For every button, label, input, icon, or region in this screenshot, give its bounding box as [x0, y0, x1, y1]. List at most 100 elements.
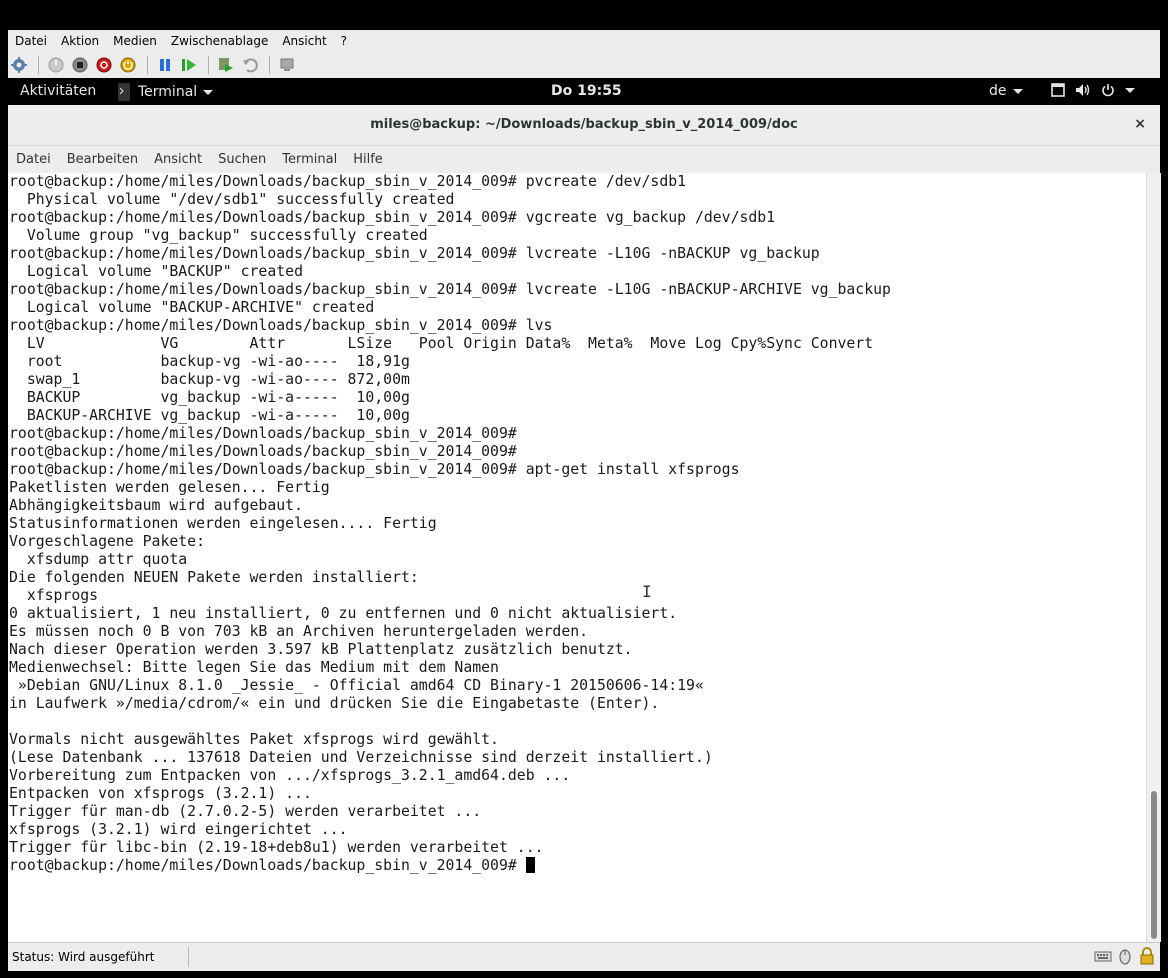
activities-button[interactable]: Aktivitäten	[20, 83, 96, 99]
terminal-line: Logical volume "BACKUP-ARCHIVE" created	[9, 299, 375, 316]
terminal-line: Paketlisten werden gelesen... Fertig	[9, 479, 330, 496]
chevron-down-icon	[1125, 87, 1135, 93]
terminal-line: Trigger für libc-bin (2.19-18+deb8u1) we…	[9, 839, 544, 856]
terminal-line: root@backup:/home/miles/Downloads/backup…	[9, 281, 891, 298]
terminal-line: LV VG Attr LSize Pool Origin Data% Meta%…	[9, 335, 874, 352]
terminal-menu-terminal[interactable]: Terminal	[274, 152, 345, 167]
vm-menu-aktion[interactable]: Aktion	[54, 34, 106, 48]
app-menu[interactable]: Terminal	[118, 83, 214, 101]
keyboard-layout-label: de	[989, 83, 1007, 99]
terminal-line: Statusinformationen werden eingelesen...…	[9, 515, 437, 532]
terminal-menu-bearbeiten[interactable]: Bearbeiten	[59, 152, 146, 167]
app-menu-label: Terminal	[138, 84, 198, 100]
terminal-line: swap_1 backup-vg -wi-ao---- 872,00m	[9, 371, 410, 388]
close-icon[interactable]: ×	[1134, 116, 1146, 132]
stop-icon[interactable]	[69, 54, 91, 76]
terminal-line: root@backup:/home/miles/Downloads/backup…	[9, 443, 517, 460]
shutdown-icon[interactable]	[93, 54, 115, 76]
terminal-line: root@backup:/home/miles/Downloads/backup…	[9, 425, 517, 442]
toolbar-separator	[147, 55, 148, 74]
power-icon	[1102, 84, 1114, 97]
terminal-line: Physical volume "/dev/sdb1" successfully…	[9, 191, 455, 208]
chevron-down-icon	[1012, 88, 1023, 94]
terminal-menu-datei[interactable]: Datei	[8, 152, 59, 167]
status-separator	[188, 947, 189, 967]
chevron-down-icon	[203, 89, 214, 95]
keyboard-layout-indicator[interactable]: de	[989, 83, 1023, 99]
vm-menu-medien[interactable]: Medien	[106, 34, 164, 48]
outer-frame-top	[0, 0, 1168, 30]
toolbar-separator	[208, 55, 209, 74]
terminal-line: Volume group "vg_backup" successfully cr…	[9, 227, 428, 244]
terminal-line: Entpacken von xfsprogs (3.2.1) ...	[9, 785, 312, 802]
terminal-line: root@backup:/home/miles/Downloads/backup…	[9, 317, 553, 334]
terminal-line: Vorbereitung zum Entpacken von .../xfspr…	[9, 767, 571, 784]
terminal-line: BACKUP-ARCHIVE vg_backup -wi-a----- 10,0…	[9, 407, 410, 424]
terminal-menu-suchen[interactable]: Suchen	[210, 152, 274, 167]
lock-icon	[1140, 947, 1154, 965]
terminal-output[interactable]: root@backup:/home/miles/Downloads/backup…	[8, 173, 1146, 942]
terminal-text: root@backup:/home/miles/Downloads/backup…	[8, 173, 1146, 875]
terminal-line: (Lese Datenbank ... 137618 Dateien und V…	[9, 749, 713, 766]
vm-menu-zwischenablage[interactable]: Zwischenablage	[164, 34, 275, 48]
terminal-menu-hilfe[interactable]: Hilfe	[345, 152, 391, 167]
terminal-line: Es müssen noch 0 B von 703 kB an Archive…	[9, 623, 589, 640]
toolbar-separator	[269, 55, 270, 74]
terminal-scrollbar[interactable]	[1146, 173, 1161, 942]
terminal-cursor	[525, 857, 535, 873]
power-icon[interactable]	[117, 54, 139, 76]
share-icon[interactable]	[276, 54, 298, 76]
text-cursor-icon: I	[642, 582, 652, 601]
keyboard-icon	[1094, 951, 1112, 962]
pause-icon[interactable]	[154, 54, 176, 76]
gnome-top-bar: Aktivitäten Terminal Do 19:55 de	[8, 78, 1160, 105]
terminal-line: Trigger für man-db (2.7.0.2-5) werden ve…	[9, 803, 482, 820]
revert-icon[interactable]	[239, 54, 261, 76]
terminal-line: root@backup:/home/miles/Downloads/backup…	[9, 245, 820, 262]
terminal-line: Vormals nicht ausgewähltes Paket xfsprog…	[9, 731, 499, 748]
terminal-line: xfsprogs	[9, 587, 99, 604]
terminal-lines: root@backup:/home/miles/Downloads/backup…	[9, 173, 891, 856]
window-title: miles@backup: ~/Downloads/backup_sbin_v_…	[370, 117, 798, 132]
terminal-line: Medienwechsel: Bitte legen Sie das Mediu…	[9, 659, 499, 676]
vm-menubar: Datei Aktion Medien Zwischenablage Ansic…	[8, 30, 1160, 51]
terminal-line: BACKUP vg_backup -wi-a----- 10,00g	[9, 389, 410, 406]
terminal-line: root@backup:/home/miles/Downloads/backup…	[9, 209, 776, 226]
terminal-prompt: root@backup:/home/miles/Downloads/backup…	[9, 857, 526, 874]
toolbar-separator	[38, 55, 39, 74]
terminal-line: Logical volume "BACKUP" created	[9, 263, 303, 280]
terminal-line: Vorgeschlagene Pakete:	[9, 533, 205, 550]
terminal-line: xfsdump attr quota	[9, 551, 188, 568]
resume-icon[interactable]	[178, 54, 200, 76]
terminal-app-icon	[118, 83, 130, 101]
checkpoint-icon[interactable]	[215, 54, 237, 76]
terminal-line: xfsprogs (3.2.1) wird eingerichtet ...	[9, 821, 348, 838]
settings-icon[interactable]	[8, 54, 30, 76]
clock[interactable]: Do 19:55	[551, 83, 622, 99]
vm-menu-help[interactable]: ?	[334, 34, 354, 48]
terminal-line: root@backup:/home/miles/Downloads/backup…	[9, 461, 740, 478]
terminal-line: in Laufwerk »/media/cdrom/« ein und drüc…	[9, 695, 660, 712]
terminal-menu-ansicht[interactable]: Ansicht	[146, 152, 210, 167]
vm-menu-datei[interactable]: Datei	[8, 34, 54, 48]
system-menu[interactable]	[1051, 83, 1135, 97]
terminal-line: root backup-vg -wi-ao---- 18,91g	[9, 353, 410, 370]
window-icon	[1051, 83, 1065, 97]
scrollbar-thumb[interactable]	[1151, 791, 1157, 939]
window-titlebar[interactable]: miles@backup: ~/Downloads/backup_sbin_v_…	[8, 105, 1160, 146]
vm-statusbar: Status: Wird ausgeführt	[8, 942, 1160, 971]
start-icon[interactable]	[45, 54, 67, 76]
vm-toolbar	[8, 51, 1160, 79]
terminal-line: Abhängigkeitsbaum wird aufgebaut.	[9, 497, 303, 514]
terminal-line: »Debian GNU/Linux 8.1.0 _Jessie_ - Offic…	[9, 677, 704, 694]
terminal-line: root@backup:/home/miles/Downloads/backup…	[9, 173, 687, 190]
vm-menu-ansicht[interactable]: Ansicht	[275, 34, 333, 48]
terminal-line: Nach dieser Operation werden 3.597 kB Pl…	[9, 641, 633, 658]
status-icons	[1094, 947, 1156, 965]
vm-status-text: Status: Wird ausgeführt	[12, 950, 155, 964]
terminal-menubar: Datei Bearbeiten Ansicht Suchen Terminal…	[8, 146, 1160, 173]
terminal-line: 0 aktualisiert, 1 neu installiert, 0 zu …	[9, 605, 678, 622]
terminal-line: Die folgenden NEUEN Pakete werden instal…	[9, 569, 419, 586]
volume-icon	[1076, 84, 1090, 96]
mouse-icon	[1119, 949, 1131, 965]
